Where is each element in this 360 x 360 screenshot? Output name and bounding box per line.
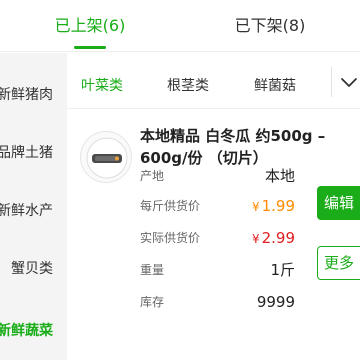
- detail-row-weight: 重量 1斤: [140, 257, 300, 283]
- more-button[interactable]: 更多: [317, 246, 360, 280]
- actual-price-label: 实际供货价: [140, 231, 201, 245]
- origin-value: 本地: [264, 167, 295, 185]
- subcategory-divider: [331, 67, 332, 97]
- tab-delisted[interactable]: 已下架(8): [180, 0, 360, 52]
- tab-listed[interactable]: 已上架(6): [0, 0, 180, 52]
- sidebar-item-fresh-seafood[interactable]: 新鲜水产: [0, 183, 53, 239]
- sidebar-item-crab-shellfish[interactable]: 蟹贝类: [11, 241, 53, 297]
- chevron-down-icon[interactable]: [338, 72, 360, 92]
- sidebar-item-brand-pork[interactable]: 品牌土猪: [0, 125, 53, 181]
- category-sidebar: 新鲜猪肉 品牌土猪 新鲜水产 蟹贝类 新鲜蔬菜: [0, 53, 67, 360]
- edit-button[interactable]: 编辑: [317, 186, 360, 220]
- status-tabs: 已上架(6) 已下架(8): [0, 0, 360, 52]
- active-tab-indicator: [74, 46, 106, 49]
- winter-melon-image-icon: [86, 137, 128, 179]
- detail-row-stock: 库存 9999: [140, 289, 300, 315]
- currency-symbol: ¥: [251, 232, 260, 246]
- subcategory-root-vegetables[interactable]: 根茎类: [167, 53, 209, 109]
- currency-symbol: ¥: [251, 200, 260, 214]
- product-panel: 叶菜类 根茎类 鲜菌菇 本地精品 白冬瓜 约500g – 600g/份 （切片）…: [67, 53, 360, 360]
- detail-row-actual-price: 实际供货价 ¥2.99: [140, 225, 300, 251]
- origin-label: 产地: [140, 169, 165, 183]
- actual-price-value: 2.99: [261, 229, 295, 247]
- sidebar-item-fresh-vegetables[interactable]: 新鲜蔬菜: [0, 303, 53, 359]
- detail-row-price-per-jin: 每斤供货价 ¥1.99: [140, 193, 300, 219]
- weight-label: 重量: [140, 263, 165, 277]
- subcategory-mushrooms[interactable]: 鲜菌菇: [254, 53, 296, 109]
- stock-label: 库存: [140, 295, 165, 309]
- detail-row-origin: 产地 本地: [140, 163, 300, 189]
- price-per-jin-label: 每斤供货价: [140, 199, 201, 213]
- subcategory-leafy-greens[interactable]: 叶菜类: [81, 53, 123, 109]
- stock-value: 9999: [256, 293, 295, 311]
- sidebar-item-fresh-pork[interactable]: 新鲜猪肉: [0, 67, 53, 123]
- weight-value: 1斤: [270, 261, 295, 279]
- subcategory-bar: 叶菜类 根茎类 鲜菌菇: [67, 53, 360, 109]
- product-title-line-1: 本地精品 白冬瓜 约500g –: [140, 127, 326, 145]
- product-thumbnail[interactable]: [80, 131, 132, 183]
- price-per-jin-value: 1.99: [261, 197, 295, 215]
